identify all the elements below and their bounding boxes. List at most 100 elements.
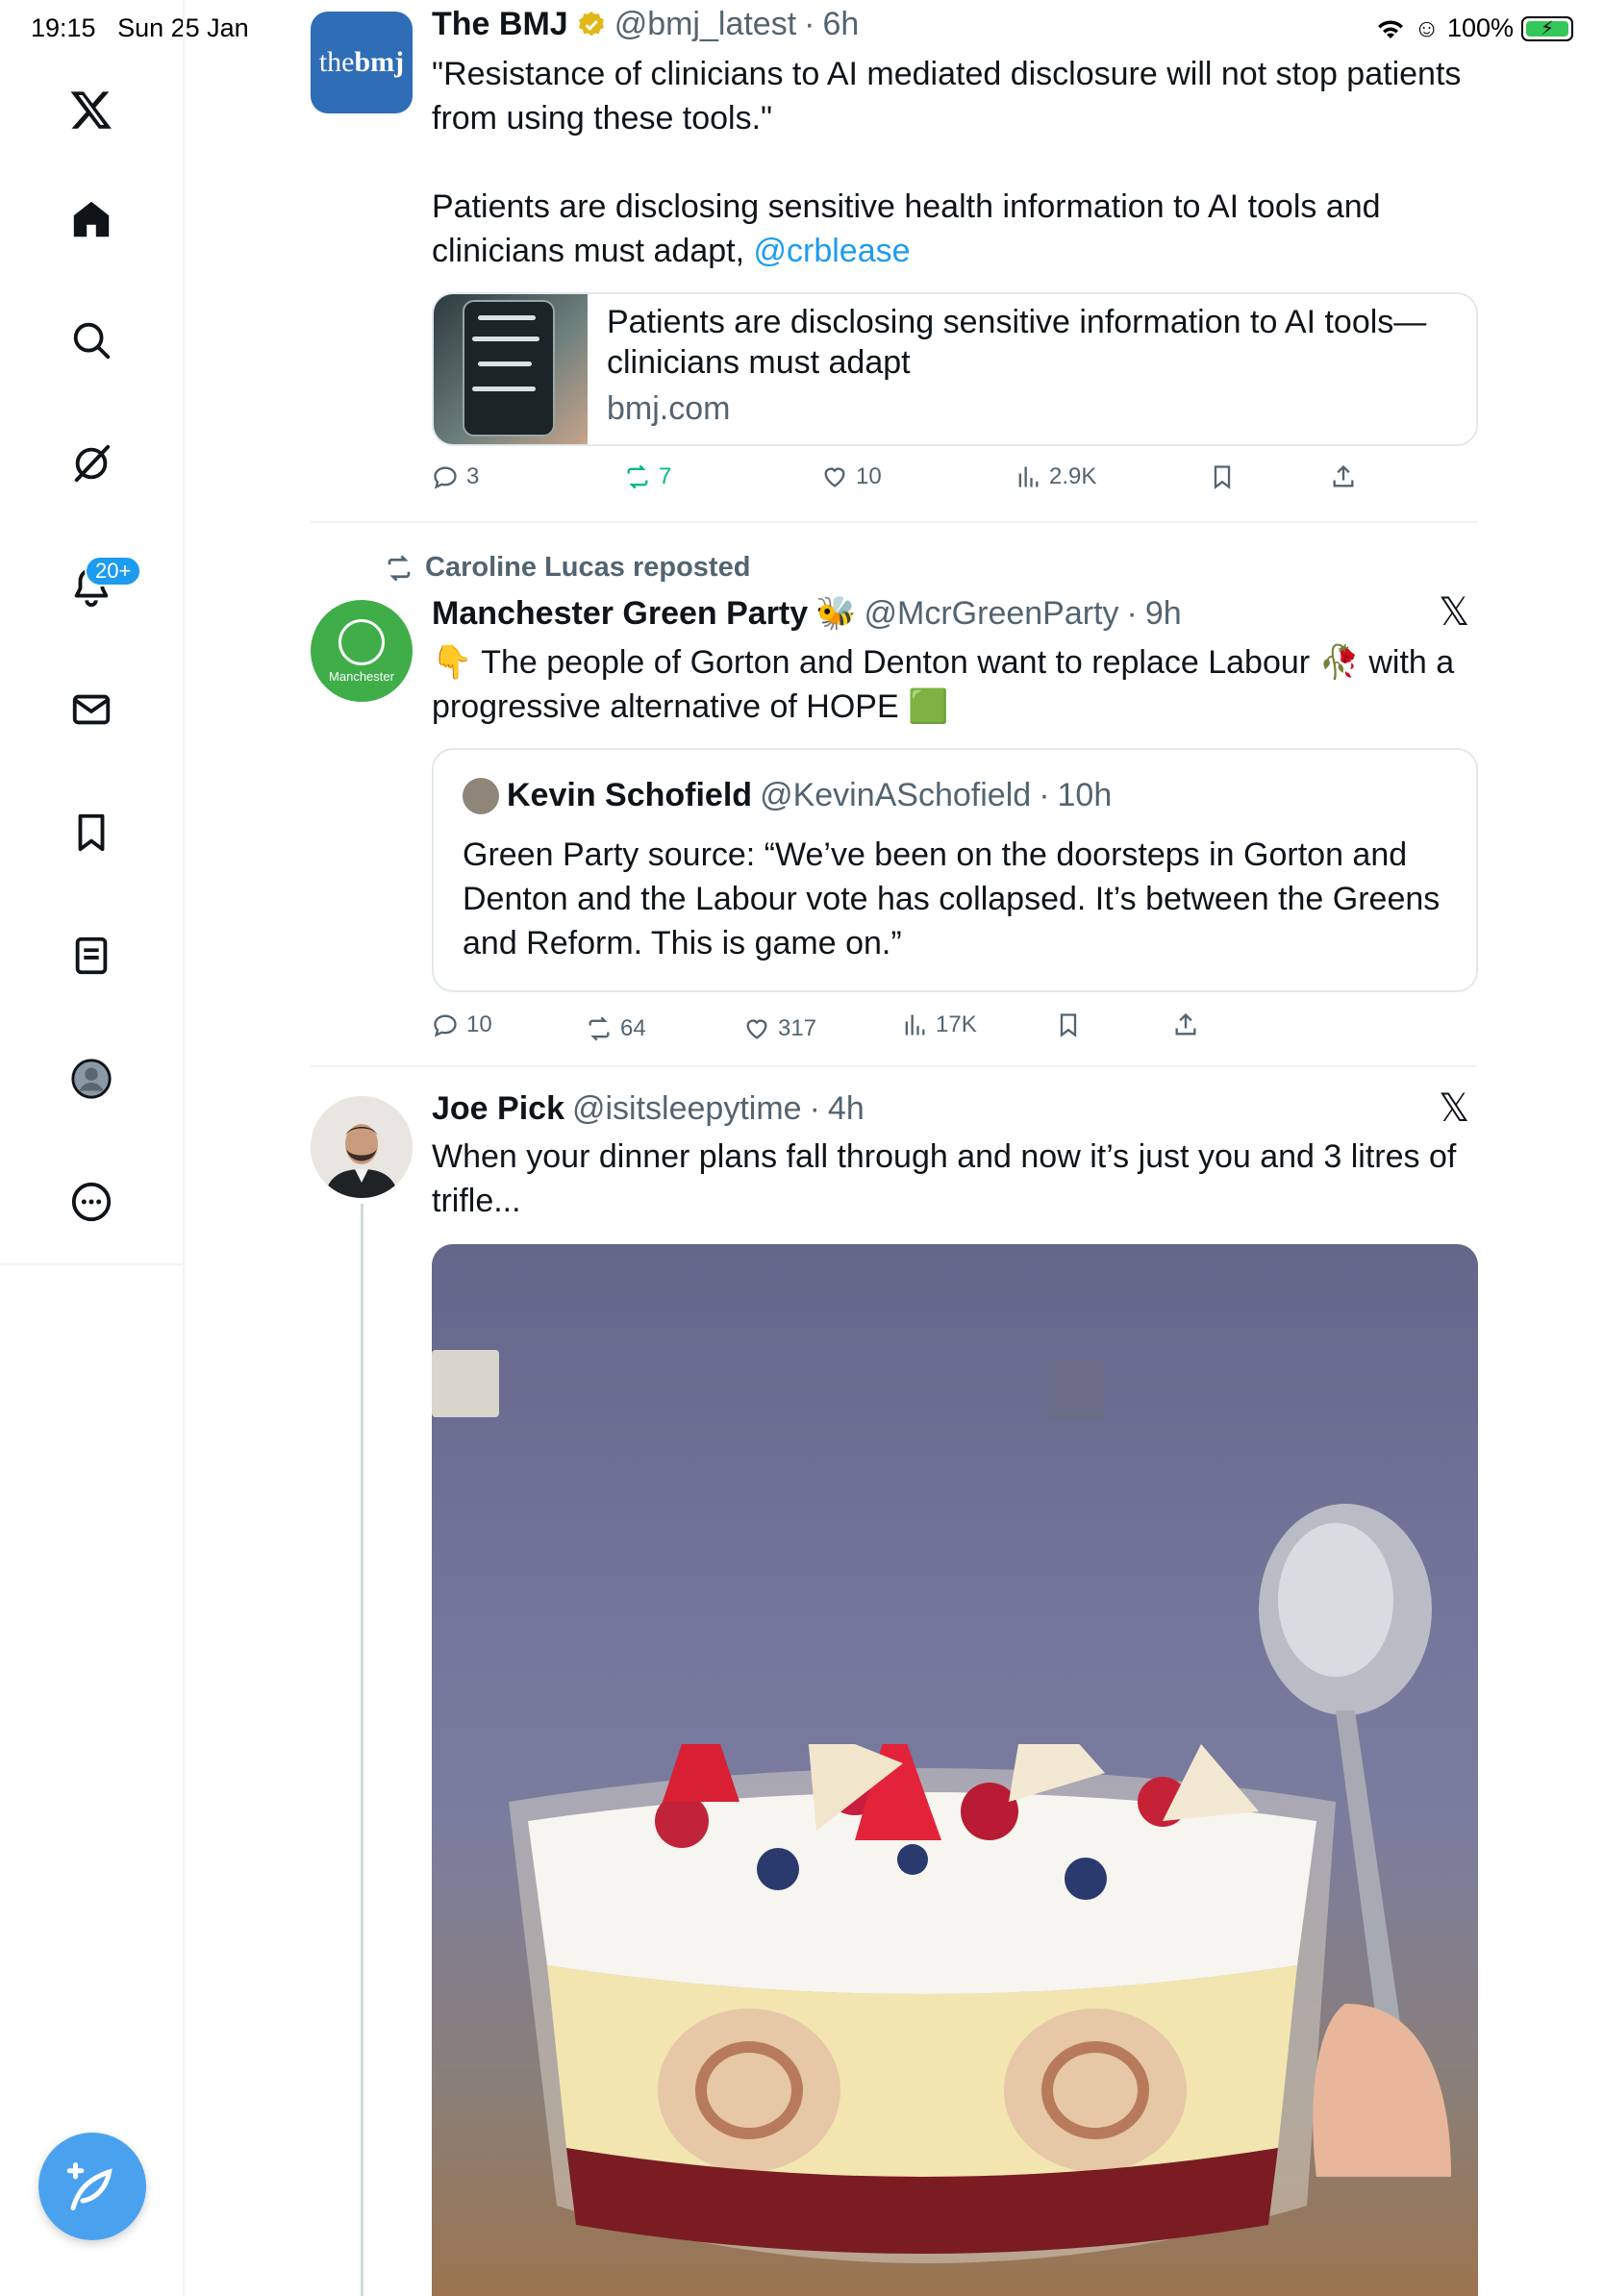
author-handle[interactable]: @isitsleepytime bbox=[572, 1090, 802, 1128]
quote-time: 10h bbox=[1057, 777, 1113, 813]
tweet-divider bbox=[311, 1065, 1477, 1067]
share-button[interactable] bbox=[1330, 463, 1357, 490]
mention-link[interactable]: @crblease bbox=[754, 233, 911, 269]
repost-icon bbox=[388, 555, 411, 581]
reply-button[interactable]: 10 bbox=[432, 1011, 492, 1038]
separator: · bbox=[1126, 594, 1138, 632]
tweet-time[interactable]: 4h bbox=[828, 1090, 865, 1128]
separator: · bbox=[1039, 777, 1050, 813]
home-icon[interactable] bbox=[61, 188, 122, 250]
card-title: Patients are disclosing sensitive inform… bbox=[607, 304, 1427, 381]
search-icon[interactable] bbox=[61, 310, 122, 371]
reply-count: 3 bbox=[466, 463, 480, 489]
tweet-text: When your dinner plans fall through and … bbox=[432, 1138, 1457, 1219]
like-count: 317 bbox=[778, 1015, 817, 1041]
author-handle[interactable]: @McrGreenParty bbox=[865, 595, 1119, 633]
reposted-by-label: Caroline Lucas reposted bbox=[425, 552, 751, 583]
point-down-emoji: 👇 bbox=[432, 644, 473, 681]
bookmark-tweet-button[interactable] bbox=[1055, 1011, 1082, 1038]
battery-icon: ⚡ bbox=[1521, 15, 1573, 41]
tweet-text: "Resistance of clinicians to AI mediated… bbox=[432, 52, 1480, 273]
repost-icon bbox=[627, 464, 648, 489]
card-thumbnail bbox=[434, 294, 588, 444]
tweet-actions: 10 64 317 17K bbox=[432, 1011, 1393, 1050]
x-logo-icon: 𝕏 bbox=[1439, 1087, 1470, 1130]
repost-count: 7 bbox=[659, 463, 672, 489]
reply-icon bbox=[434, 1014, 457, 1037]
tweet-divider bbox=[311, 521, 1477, 523]
avatar-joe-pick[interactable] bbox=[311, 1096, 413, 1198]
trifle-bowl bbox=[509, 1744, 1336, 2263]
share-icon bbox=[1175, 1012, 1196, 1036]
x-logo-icon: 𝕏 bbox=[1439, 591, 1470, 634]
grok-icon[interactable] bbox=[61, 433, 122, 494]
more-icon[interactable] bbox=[61, 1171, 122, 1233]
like-button[interactable]: 10 bbox=[821, 463, 882, 490]
quote-author-name: Kevin Schofield bbox=[507, 777, 753, 813]
tweet-actions: 3 7 10 2.9K bbox=[432, 463, 1393, 502]
author-name[interactable]: Joe Pick bbox=[432, 1090, 564, 1128]
reply-count: 10 bbox=[466, 1011, 492, 1037]
avatar-bmj[interactable]: the bmj bbox=[311, 12, 413, 113]
bookmark-tweet-button[interactable] bbox=[1209, 463, 1236, 490]
spoon bbox=[1259, 1504, 1451, 2177]
repost-icon bbox=[589, 1016, 610, 1041]
tweet-photo[interactable] bbox=[432, 1244, 1478, 2296]
compose-icon bbox=[66, 2162, 113, 2210]
card-domain: bmj.com bbox=[607, 390, 731, 427]
like-count: 10 bbox=[856, 463, 882, 489]
bee-emoji: 🐝 bbox=[815, 595, 857, 632]
tweet-text-body: Patients are disclosing sensitive health… bbox=[432, 185, 1480, 273]
compose-button[interactable] bbox=[38, 2133, 146, 2240]
quote-header: Kevin Schofield @KevinASchofield · 10h bbox=[463, 777, 1112, 814]
sidebar: 20+ bbox=[0, 0, 185, 1265]
repost-count: 64 bbox=[620, 1015, 646, 1041]
separator: · bbox=[809, 1090, 820, 1127]
profile-icon[interactable] bbox=[61, 1048, 122, 1110]
link-card[interactable]: Patients are disclosing sensitive inform… bbox=[432, 292, 1478, 446]
views-icon bbox=[905, 1014, 925, 1036]
views-count: 17K bbox=[936, 1011, 977, 1037]
mail-icon[interactable] bbox=[61, 679, 122, 740]
like-button[interactable]: 317 bbox=[743, 1015, 816, 1042]
reply-button[interactable]: 3 bbox=[432, 463, 479, 490]
repost-button[interactable]: 64 bbox=[586, 1015, 646, 1042]
share-button[interactable] bbox=[1172, 1011, 1199, 1038]
wall-switch bbox=[1047, 1360, 1105, 1421]
author-handle[interactable]: @bmj_latest bbox=[614, 6, 796, 43]
notification-badge: 20+ bbox=[85, 556, 142, 586]
wifi-icon bbox=[1378, 19, 1404, 38]
bookmark-icon[interactable] bbox=[61, 802, 122, 863]
tweet-header: Joe Pick @isitsleepytime · 4h bbox=[432, 1090, 865, 1128]
person-photo-icon bbox=[311, 1096, 413, 1198]
avatar-text-bold: bmj bbox=[354, 46, 405, 78]
avatar-manchester-green[interactable]: Manchester bbox=[311, 600, 413, 702]
quote-tweet[interactable]: Kevin Schofield @KevinASchofield · 10h G… bbox=[432, 748, 1478, 992]
author-name[interactable]: Manchester Green Party bbox=[432, 595, 808, 633]
x-logo-icon[interactable] bbox=[61, 79, 122, 140]
avatar-text: the bbox=[318, 46, 355, 78]
repost-button[interactable]: 7 bbox=[624, 463, 671, 490]
verified-gold-icon bbox=[578, 11, 604, 36]
reposted-by[interactable]: Caroline Lucas reposted bbox=[385, 552, 750, 584]
list-icon[interactable] bbox=[61, 925, 122, 986]
author-name[interactable]: The BMJ bbox=[432, 6, 568, 43]
tweet-time[interactable]: 9h bbox=[1145, 595, 1182, 633]
avatar-text: Manchester bbox=[329, 668, 394, 684]
views-button[interactable]: 2.9K bbox=[1015, 463, 1096, 490]
views-button[interactable]: 17K bbox=[901, 1011, 977, 1038]
separator: · bbox=[804, 6, 815, 42]
status-indicators: ☺ 100% ⚡ bbox=[1375, 13, 1573, 43]
tweet-time[interactable]: 6h bbox=[823, 6, 860, 43]
bookmark-icon bbox=[1214, 465, 1231, 489]
tweet-header: The BMJ @bmj_latest · 6h bbox=[432, 6, 859, 43]
sidebar-border bbox=[183, 1265, 185, 2296]
battery-percent: 100% bbox=[1446, 13, 1514, 42]
globe-logo-icon bbox=[338, 618, 385, 665]
face-status-icon: ☺ bbox=[1414, 13, 1440, 42]
reply-icon bbox=[434, 466, 457, 489]
heart-icon bbox=[746, 1019, 767, 1039]
tweet-text-quote: "Resistance of clinicians to AI mediated… bbox=[432, 56, 1462, 137]
thread-line bbox=[361, 1204, 363, 2296]
tweet-text: 👇 The people of Gorton and Denton want t… bbox=[432, 640, 1480, 729]
